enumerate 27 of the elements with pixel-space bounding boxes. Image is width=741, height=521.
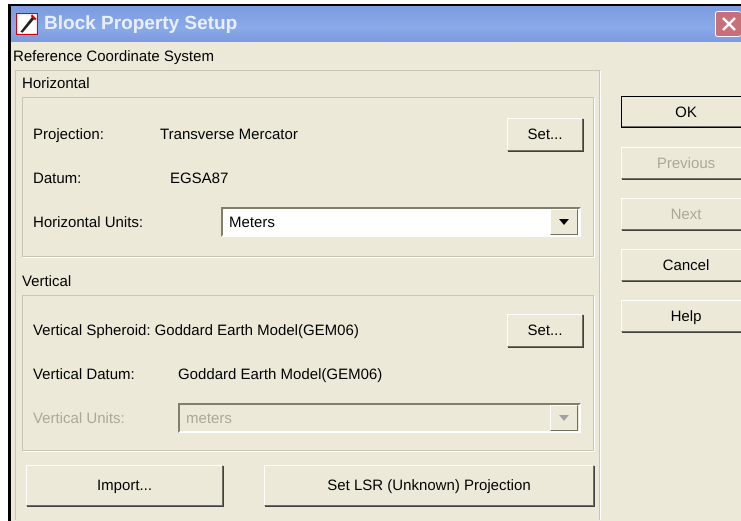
set-button[interactable]: Set... <box>507 314 583 346</box>
field-label: Projection: <box>33 126 105 142</box>
field-value: Goddard Earth Model(GEM06) <box>178 366 382 382</box>
dropdown-arrow-icon <box>559 219 569 225</box>
section-title: Horizontal <box>22 75 91 94</box>
units-dropdown[interactable]: Meters <box>221 207 581 237</box>
field-value: Goddard Earth Model(GEM06) <box>154 322 359 338</box>
field-label: Vertical Units: <box>33 410 126 426</box>
field-label: Datum: <box>33 170 82 186</box>
dialog-button[interactable]: Cancel <box>621 249 741 281</box>
close-icon <box>720 15 738 33</box>
field-value: EGSA87 <box>170 170 228 186</box>
group-title: Reference Coordinate System <box>13 48 215 67</box>
import-button[interactable]: Import... <box>26 465 223 506</box>
set-button[interactable]: Set... <box>507 118 583 150</box>
dialog-button[interactable]: OK <box>621 96 741 128</box>
projection-button[interactable]: Set LSR (Unknown) Projection <box>264 465 594 506</box>
dropdown-arrow-icon <box>559 415 569 421</box>
dialog-button[interactable]: Help <box>621 300 741 332</box>
pen-icon <box>16 13 38 35</box>
close-button[interactable] <box>715 11 741 37</box>
field-label: Vertical Datum: <box>33 366 136 382</box>
field-label: Horizontal Units: <box>33 214 144 230</box>
field-value: Transverse Mercator <box>160 126 298 142</box>
window-title: Block Property Setup <box>44 13 238 35</box>
section-title: Vertical <box>22 273 72 292</box>
field-label: Vertical Spheroid: <box>33 322 151 338</box>
